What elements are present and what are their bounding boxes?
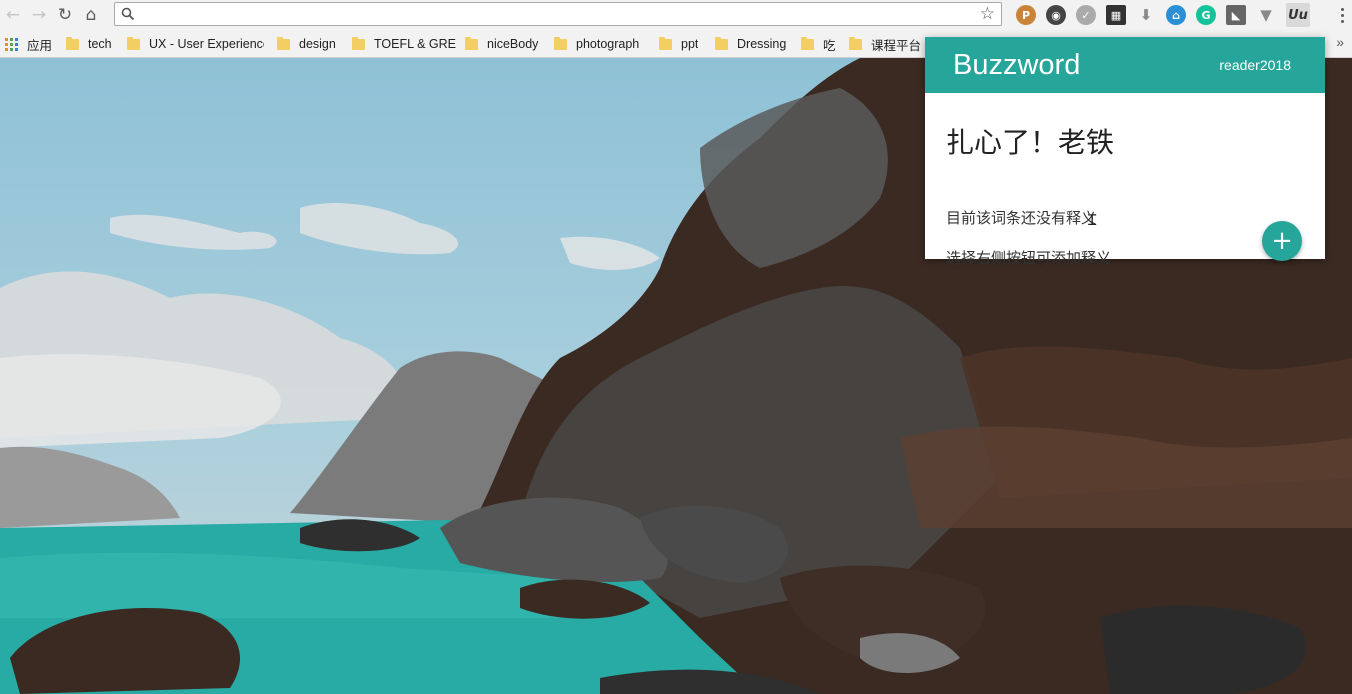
folder-icon [849,36,862,50]
empty-definition-message: 目前该词条还没有释义 [946,209,1097,227]
folder-icon [127,36,140,50]
buzzword-extension-icon[interactable]: Uu [1286,3,1310,27]
text-cursor-icon: Ɪ [1088,211,1097,229]
apps-grid-icon [5,37,18,51]
search-icon [121,7,135,21]
bookmark-label: TOEFL & GRE [374,37,456,51]
checker-extension-icon[interactable]: ✓ [1076,5,1096,25]
bookmark-label: design [299,37,336,51]
bookmark-label: 吃 [823,38,836,53]
reload-icon[interactable]: ↻ [52,2,78,28]
bookmark-folder[interactable]: 课程平台 [849,35,921,53]
bookmark-folder[interactable]: ppt [659,35,698,53]
bookmark-folder[interactable]: design [277,35,336,53]
bookmarks-overflow-icon[interactable]: » [1336,34,1344,50]
bookmark-folder[interactable]: UX - User Experience [127,35,264,53]
image-search-extension-icon[interactable]: ◣ [1226,5,1246,25]
bookmark-label: Dressing [737,37,787,51]
add-definition-hint: 选择右侧按钮可添加释义 [946,249,1112,267]
grammarly-extension-icon[interactable]: G [1196,5,1216,25]
folder-icon [659,36,672,50]
bookmark-label: UX - User Experience [149,37,264,51]
folder-icon [352,36,365,50]
home-icon[interactable]: ⌂ [78,2,104,28]
forward-icon[interactable]: → [26,2,52,28]
bookmark-folder[interactable]: tech [66,35,112,53]
folder-icon [277,36,290,50]
popup-header: Buzzword reader2018 [925,37,1325,93]
pocket-extension-icon[interactable]: P [1016,5,1036,25]
bookmark-star-icon[interactable]: ☆ [980,4,995,24]
download-extension-icon[interactable]: ⬇ [1136,5,1156,25]
popup-body: 扎心了！老铁 目前该词条还没有释义 选择右侧按钮可添加释义 + [925,121,1325,267]
folder-icon [465,36,478,50]
bookmark-folder[interactable]: niceBody [465,35,538,53]
term-heading: 扎心了！老铁 [946,126,1115,159]
vimium-extension-icon[interactable]: ▼ [1256,5,1276,25]
bookmark-label: tech [88,37,112,51]
bookmark-apps[interactable]: 应用 [5,35,52,53]
bookmark-label: 课程平台 [871,38,922,53]
bookmark-folder[interactable]: TOEFL & GRE [352,35,456,53]
bookmark-label: 应用 [27,38,53,53]
folder-icon [66,36,79,50]
qr-code-extension-icon[interactable]: ▦ [1106,5,1126,25]
add-definition-button[interactable]: + [1262,221,1302,261]
extensions-area: P ◉ ✓ ▦ ⬇ ⌂ G ◣ ▼ Uu [1010,3,1314,27]
address-bar[interactable]: ☆ [114,2,1002,26]
popup-title: Buzzword [953,48,1081,81]
bookmark-folder[interactable]: 吃 [801,35,836,53]
folder-icon [715,36,728,50]
folder-icon [554,36,567,50]
bookmark-label: photograph [576,37,640,51]
browser-toolbar: ← → ↻ ⌂ ☆ P ◉ ✓ ▦ ⬇ ⌂ G ◣ ▼ Uu [0,0,1352,30]
museum-extension-icon[interactable]: ⌂ [1166,5,1186,25]
ghostery-extension-icon[interactable]: ◉ [1046,5,1066,25]
buzzword-popup: Buzzword reader2018 扎心了！老铁 目前该词条还没有释义 选择… [925,37,1325,267]
folder-icon [801,36,814,50]
bookmark-folder[interactable]: photograph [554,35,639,53]
back-icon[interactable]: ← [0,2,26,28]
user-link[interactable]: reader2018 [1219,57,1291,73]
bookmark-label: niceBody [487,37,539,51]
bookmark-folder[interactable]: Dressing [715,35,786,53]
browser-menu-icon[interactable] [1334,4,1350,26]
address-input[interactable] [141,5,980,23]
bookmark-label: ppt [681,37,699,51]
